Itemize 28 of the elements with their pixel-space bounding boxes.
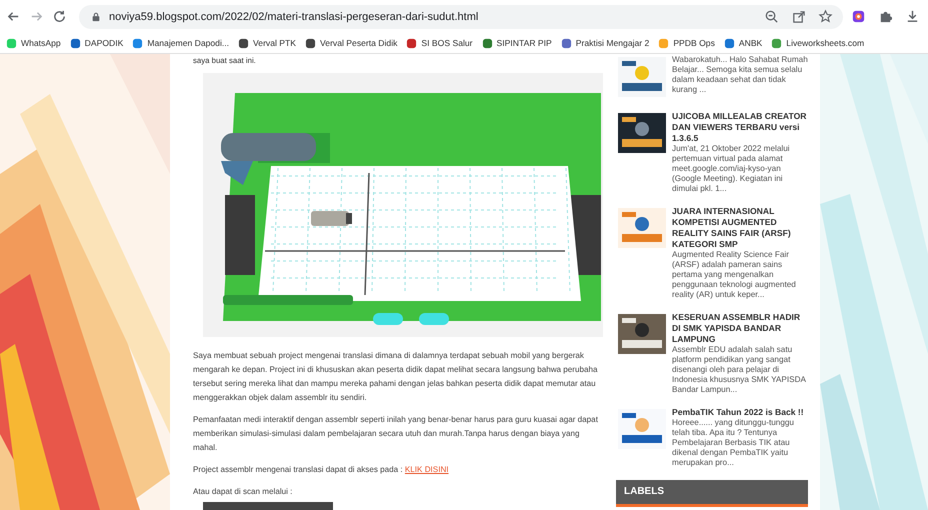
post-snippet: Augmented Reality Science Fair (ARSF) adalah pameran sains pertama yang mengenalkan penggunaan teknologi augmented reality (AR) untuk keper...: [672, 250, 797, 300]
address-bar[interactable]: noviya59.blogspot.com/2022/02/materi-translasi-pergeseran-dari-sudut.html: [79, 4, 843, 28]
paragraph: Pemanfaatan medi interaktif dengan assemblr seperti inilah yang benar-benar harus para guru kuasai agar dapat memberikan simulasi-simulasi dalam pembelajaran secara utuh dan murah.Tanpa harus dengan biaya yang mahal.: [193, 414, 599, 454]
post-title[interactable]: KESERUAN ASSEMBLR HADIR DI SMK YAPISDA BANDAR LAMPUNG: [672, 312, 808, 345]
post-snippet: Jum'at, 21 Oktober 2022 melalui pertemuan virtual pada alamat meet.google.com/iaj-kyso-yan (Google Meeting). Kegiatan ini dimulai pkl. 1...: [672, 144, 791, 194]
bookmark[interactable]: WhatsApp: [6, 38, 61, 48]
post-title[interactable]: UJICOBA MILLEALAB CREATOR DAN VIEWERS TERBARU versi 1.3.6.5: [672, 111, 808, 144]
bookmark[interactable]: PPDB Ops: [658, 38, 715, 48]
bookmark[interactable]: Praktisi Mengajar 2: [560, 38, 650, 48]
bookmark[interactable]: SIPINTAR PIP: [482, 38, 552, 48]
bookmark[interactable]: Liveworksheets.com: [771, 38, 864, 48]
bookmark[interactable]: Verval Peserta Didik: [305, 38, 398, 48]
paragraph: Atau dapat di scan melalui :: [193, 486, 294, 498]
url-text: noviya59.blogspot.com/2022/02/materi-translasi-pergeseran-dari-sudut.html: [109, 10, 480, 22]
bookmark[interactable]: SI BOS Salur: [406, 38, 473, 48]
link[interactable]: KLIK DISINI: [404, 465, 449, 474]
post-snippet: Assemblr EDU adalah salah satu platform pendidikan yang sangat disenangi oleh para pelajar di Indonesia khususnya SMK YAPISDA Bandar Lampun...: [672, 345, 807, 395]
post-title[interactable]: JUARA INTERNASIONAL KOMPETISI AUGMENTED REALITY SAINS FAIR (ARSF) KATEGORI SMP: [672, 206, 808, 250]
bookmark[interactable]: Manajemen Dapodi...: [132, 38, 230, 48]
paragraph: Saya membuat sebuah project mengenai translasi dimana di dalamnya terdapat sebuah mobil yang bergerak mengarah ke depan. Project ini di khususkan akan peserta didik dapat melihat secara langsung bahwa perubaha tersebut sering mereka lihat dan mampu mereka pahami dengan jelas bahkan peserta didik dapat memutar atau menggerakkan objek dalam assemblr itu sendiri.: [193, 350, 599, 404]
bookmark[interactable]: ANBK: [724, 38, 762, 48]
bookmark[interactable]: Verval PTK: [238, 38, 296, 48]
post-title[interactable]: PembaTIK Tahun 2022 is Back !!: [672, 407, 808, 418]
section-heading: LABELS: [616, 480, 808, 507]
post-snippet: Wabarokatuh... Halo Sahabat Rumah Belajar... Semoga kita semua selalu dalam keadaan sehat dan tidak kurang ...: [672, 55, 808, 95]
paragraph: Project assemblr mengenai translasi dapat di akses pada : KLIK DISINI: [193, 464, 450, 476]
bookmark[interactable]: DAPODIK: [70, 38, 124, 48]
post-snippet: Horeee...... yang ditunggu-tunggu telah tiba. Apa itu ? Tentunya Pembelajaran Berbasis TIK atau dikenal dengan PembaTIK yaitu merupakan pro...: [672, 418, 795, 468]
